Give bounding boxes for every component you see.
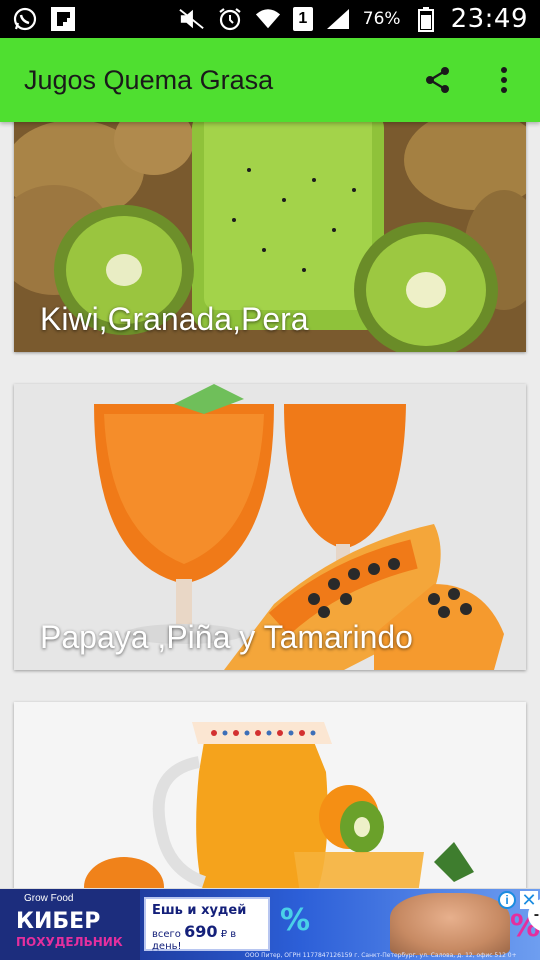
- wifi-icon: [255, 6, 281, 32]
- whatsapp-icon: [12, 6, 38, 32]
- ad-banner[interactable]: Grow Food КИБЕР ПОХУДЕЛЬНИК Ешь и худей …: [0, 888, 540, 960]
- ad-percent-symbol: %: [280, 903, 311, 938]
- alarm-icon: [217, 6, 243, 32]
- recipe-card-papaya[interactable]: Papaya ,Piña y Tamarindo: [14, 384, 526, 670]
- ad-price-line: всего 690 ₽ в день!: [152, 922, 262, 952]
- info-icon[interactable]: i: [498, 891, 516, 909]
- mute-icon: [179, 6, 205, 32]
- ad-body-image: [390, 893, 510, 955]
- recipe-card-orange[interactable]: [14, 702, 526, 888]
- sim-icon: 1: [292, 7, 313, 31]
- ad-price-prefix: всего: [152, 929, 181, 940]
- recipe-card-kiwi[interactable]: Kiwi,Granada,Pera: [14, 122, 526, 352]
- ad-subheadline: ПОХУДЕЛЬНИК: [16, 935, 123, 949]
- overflow-menu-icon: [501, 67, 507, 93]
- ad-brand-panel: Grow Food КИБЕР ПОХУДЕЛЬНИК: [0, 889, 140, 960]
- share-button[interactable]: [418, 60, 458, 100]
- ad-brand: Grow Food: [24, 893, 74, 904]
- ad-price: 690: [184, 922, 218, 941]
- status-bar: 1 76% 23:49: [0, 0, 540, 38]
- overflow-menu-button[interactable]: [484, 60, 524, 100]
- battery-percent: 76%: [362, 9, 401, 29]
- ad-offer-line: Ешь и худей: [152, 903, 247, 918]
- orange-juice-image: [14, 702, 526, 888]
- ad-promo-panel: Ешь и худей всего 690 ₽ в день! % % -6 к…: [140, 889, 540, 960]
- share-icon: [426, 67, 449, 93]
- recipe-card-title: Papaya ,Piña y Tamarindo: [40, 619, 413, 655]
- app-bar: Jugos Quema Grasa: [0, 38, 540, 122]
- recipe-list[interactable]: Kiwi,Granada,Pera Papaya ,Piña y Tamarin…: [0, 122, 540, 888]
- ad-headline: КИБЕР: [16, 909, 101, 934]
- recipe-card-title: Kiwi,Granada,Pera: [40, 301, 309, 337]
- close-icon[interactable]: ✕: [520, 891, 538, 909]
- signal-icon: [325, 6, 351, 32]
- flipboard-icon: [50, 6, 76, 32]
- app-title: Jugos Quema Grasa: [24, 64, 274, 95]
- status-time: 23:49: [450, 4, 528, 34]
- battery-icon: [413, 6, 439, 32]
- ad-offer-box: Ешь и худей всего 690 ₽ в день!: [144, 897, 270, 952]
- ad-fine-print: ООО Питер, ОГРН 1177847126159 г. Санкт-П…: [245, 952, 517, 959]
